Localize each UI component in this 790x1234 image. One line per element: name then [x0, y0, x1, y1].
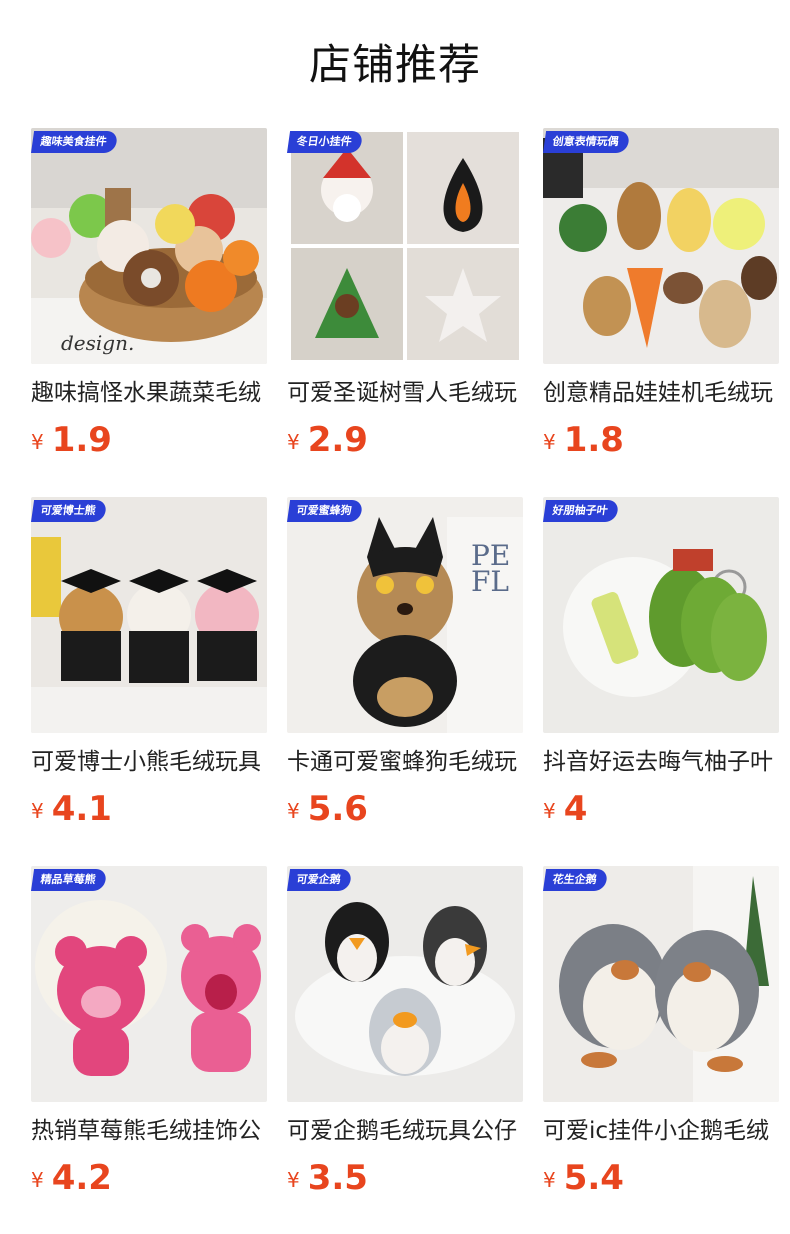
product-card[interactable]: 创意表情玩偶 创意精品娃娃机毛绒玩 ¥1.8 — [543, 128, 779, 497]
christmas-plush-photo — [287, 128, 523, 364]
currency-symbol: ¥ — [543, 430, 556, 454]
bee-dog-photo: PE FL — [287, 497, 523, 733]
product-image: 创意表情玩偶 — [543, 128, 779, 364]
product-name: 趣味搞怪水果蔬菜毛绒 — [31, 380, 261, 406]
currency-symbol: ¥ — [287, 1168, 300, 1192]
penguin-plush-photo — [287, 866, 523, 1102]
promo-tag: 好朋柚子叶 — [543, 500, 620, 522]
product-price: ¥4 — [543, 789, 779, 829]
price-amount: 4.2 — [51, 1158, 112, 1198]
product-name: 热销草莓熊毛绒挂饰公 — [31, 1118, 261, 1144]
strawberry-bear-photo — [31, 866, 267, 1102]
currency-symbol: ¥ — [287, 799, 300, 823]
promo-tag: 冬日小挂件 — [287, 131, 364, 153]
product-price: ¥5.4 — [543, 1158, 779, 1198]
promo-tag: 精品草莓熊 — [31, 869, 108, 891]
peanut-penguin-photo — [543, 866, 779, 1102]
svg-text:FL: FL — [471, 565, 509, 598]
product-name: 抖音好运去晦气柚子叶 — [543, 749, 773, 775]
product-grid: design. 趣味美食挂件 趣味搞怪水果蔬菜毛绒 ¥ 1.9 冬日小挂件 可爱… — [31, 128, 781, 1234]
promo-tag: 可爱博士熊 — [31, 500, 108, 522]
price-amount: 1.9 — [51, 420, 112, 460]
product-card[interactable]: 精品草莓熊 热销草莓熊毛绒挂饰公 ¥4.2 — [31, 866, 267, 1234]
product-name: 卡通可爱蜜蜂狗毛绒玩 — [287, 749, 517, 775]
price-amount: 4 — [563, 789, 588, 829]
product-image: 好朋柚子叶 — [543, 497, 779, 733]
currency-symbol: ¥ — [287, 430, 300, 454]
product-card[interactable]: PE FL 可爱蜜蜂狗 卡通可爱蜜蜂狗毛绒玩 ¥5.6 — [287, 497, 523, 866]
product-price: ¥2.9 — [287, 420, 523, 460]
product-name: 创意精品娃娃机毛绒玩 — [543, 380, 773, 406]
promo-tag: 趣味美食挂件 — [31, 131, 119, 153]
product-price: ¥4.2 — [31, 1158, 267, 1198]
graduation-bears-photo — [31, 497, 267, 733]
pomelo-leaf-photo — [543, 497, 779, 733]
product-price: ¥4.1 — [31, 789, 267, 829]
promo-tag: 创意表情玩偶 — [543, 131, 631, 153]
currency-symbol: ¥ — [543, 799, 556, 823]
currency-symbol: ¥ — [31, 799, 44, 823]
product-image: PE FL 可爱蜜蜂狗 — [287, 497, 523, 733]
currency-symbol: ¥ — [31, 1168, 44, 1192]
product-image: design. 趣味美食挂件 — [31, 128, 267, 364]
price-amount: 4.1 — [51, 789, 112, 829]
product-image: 可爱博士熊 — [31, 497, 267, 733]
product-card[interactable]: 冬日小挂件 可爱圣诞树雪人毛绒玩 ¥2.9 — [287, 128, 523, 497]
product-image: 可爱企鹅 — [287, 866, 523, 1102]
product-image: 精品草莓熊 — [31, 866, 267, 1102]
price-amount: 5.4 — [563, 1158, 624, 1198]
product-card[interactable]: 花生企鹅 可爱ic挂件小企鹅毛绒 ¥5.4 — [543, 866, 779, 1234]
product-card[interactable]: 好朋柚子叶 抖音好运去晦气柚子叶 ¥4 — [543, 497, 779, 866]
shop-recommend-page: 店铺推荐 design. 趣味美食挂件 趣味搞怪水果蔬菜毛绒 ¥ 1.9 冬日小… — [0, 0, 790, 1234]
food-plush-photo: design. — [31, 128, 267, 364]
product-card[interactable]: design. 趣味美食挂件 趣味搞怪水果蔬菜毛绒 ¥ 1.9 — [31, 128, 267, 497]
price-amount: 2.9 — [307, 420, 368, 460]
veggie-plush-photo — [543, 128, 779, 364]
price-amount: 3.5 — [307, 1158, 368, 1198]
promo-tag: 可爱蜜蜂狗 — [287, 500, 364, 522]
product-name: 可爱博士小熊毛绒玩具 — [31, 749, 261, 775]
promo-tag: 可爱企鹅 — [287, 869, 353, 891]
product-name: 可爱圣诞树雪人毛绒玩 — [287, 380, 517, 406]
price-amount: 1.8 — [563, 420, 624, 460]
product-image: 花生企鹅 — [543, 866, 779, 1102]
product-name: 可爱企鹅毛绒玩具公仔 — [287, 1118, 517, 1144]
product-price: ¥3.5 — [287, 1158, 523, 1198]
product-name: 可爱ic挂件小企鹅毛绒 — [543, 1118, 770, 1144]
product-card[interactable]: 可爱企鹅 可爱企鹅毛绒玩具公仔 ¥3.5 — [287, 866, 523, 1234]
promo-tag: 花生企鹅 — [543, 869, 609, 891]
product-price: ¥5.6 — [287, 789, 523, 829]
product-price: ¥1.9 — [31, 420, 267, 460]
currency-symbol: ¥ — [543, 1168, 556, 1192]
product-image: 冬日小挂件 — [287, 128, 523, 364]
page-title: 店铺推荐 — [308, 40, 481, 89]
product-price: ¥1.8 — [543, 420, 779, 460]
product-card[interactable]: 可爱博士熊 可爱博士小熊毛绒玩具 ¥4.1 — [31, 497, 267, 866]
price-amount: 5.6 — [307, 789, 368, 829]
currency-symbol: ¥ — [31, 430, 44, 454]
